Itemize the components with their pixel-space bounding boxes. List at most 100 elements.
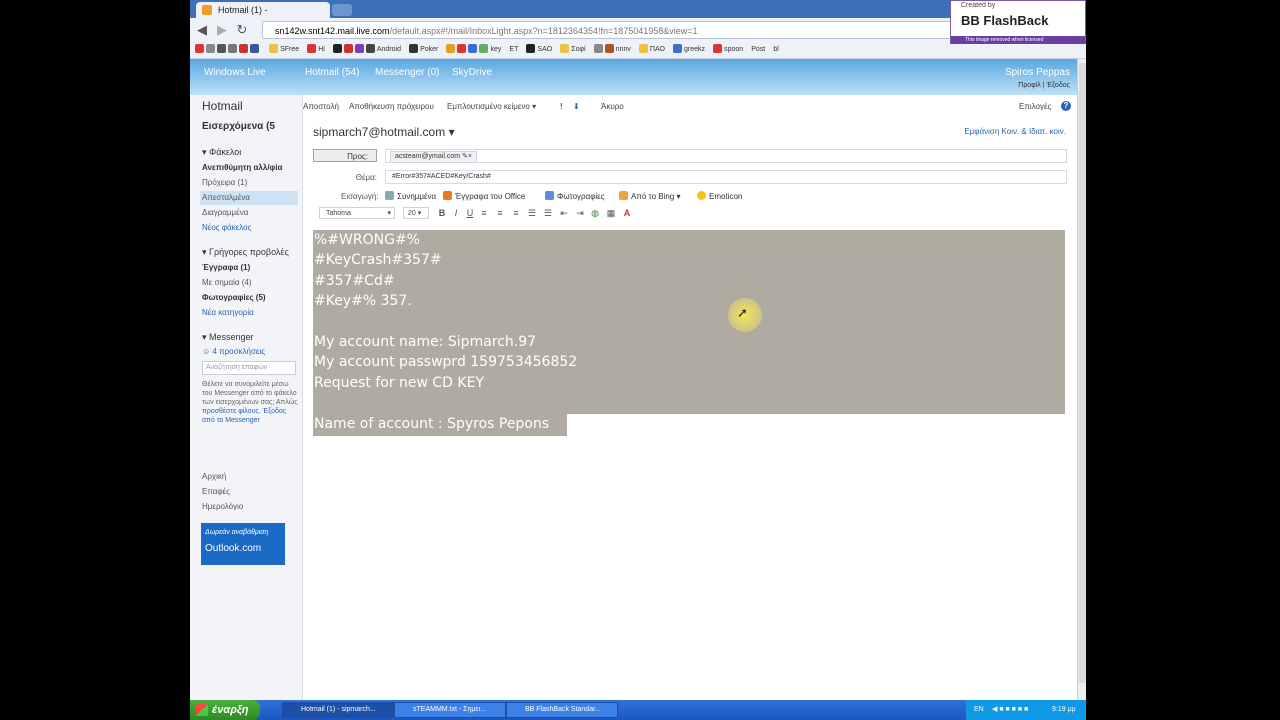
body-line: My account passwprd 159753456852 xyxy=(314,354,578,370)
show-cc-bcc-link[interactable]: Εμφάνιση Κοιν. & Ιδιατ. κοιν. xyxy=(964,127,1066,136)
insert-toolbar: Εισαγωγή: Συνημμένα Έγγραφα του Office Φ… xyxy=(303,191,1086,205)
compose-panel: Αποστολή Αποθήκευση πρόχειρου Εμπλουτισμ… xyxy=(303,95,1086,700)
message-body-last-line[interactable]: Name of account : Spyros Pepons xyxy=(313,414,567,436)
bookmark-item[interactable]: spoon xyxy=(713,42,743,58)
bookmark-item[interactable]: Post xyxy=(751,42,765,58)
sidebar-quickviews-heading[interactable]: ▾ Γρήγορες προβολές xyxy=(202,247,289,258)
options-button[interactable]: Επιλογές xyxy=(1019,102,1051,111)
remove-recipient-icon[interactable]: × xyxy=(468,153,472,160)
sidebar-calendar[interactable]: Ημερολόγιο xyxy=(202,502,243,511)
cancel-button[interactable]: Άκυρο xyxy=(601,102,624,111)
insert-attachment-button[interactable]: Συνημμένα xyxy=(385,191,436,203)
underline-icon[interactable]: U xyxy=(465,208,475,218)
sidebar-item-flagged[interactable]: Με σημαία (4) xyxy=(202,278,251,287)
font-color-icon[interactable]: A xyxy=(622,208,632,218)
insert-emoticon-button[interactable]: Emoticon xyxy=(697,191,742,203)
taskbar-item-flashback[interactable]: BB FlashBack Standar... xyxy=(506,702,618,718)
new-tab-button[interactable] xyxy=(332,4,352,16)
rich-text-dropdown[interactable]: Εμπλουτισμένο κείμενο ▾ xyxy=(447,102,536,111)
bookmark-item[interactable]: SAO xyxy=(526,42,552,58)
link-icon[interactable]: ◍ xyxy=(590,208,600,218)
sidebar-item-photos[interactable]: Φωτογραφίες (5) xyxy=(202,293,266,302)
bookmark-item[interactable]: ET xyxy=(509,42,518,58)
user-links[interactable]: Προφίλ | Έξοδος xyxy=(1005,82,1070,89)
sidebar-new-category[interactable]: Νέα κατηγορία xyxy=(202,308,254,317)
nav-messenger[interactable]: Messenger (0) xyxy=(375,67,439,78)
to-field[interactable]: acsteam@ymail.com ✎× xyxy=(385,149,1067,163)
subject-input[interactable]: #Error#357#ACED#Key/Crash# xyxy=(385,170,1067,184)
sidebar-item-sent[interactable]: Απεσταλμένα xyxy=(202,193,250,202)
sidebar-item-deleted[interactable]: Διαγραμμένα xyxy=(202,208,248,217)
sidebar-contacts[interactable]: Επαφές xyxy=(202,487,230,496)
sidebar-item-drafts[interactable]: Πρόχειρα (1) xyxy=(202,178,247,187)
sidebar-home[interactable]: Αρχική xyxy=(202,472,226,481)
browser-tab-hotmail[interactable]: Hotmail (1) - sipmarch7@ho... xyxy=(196,2,330,31)
bookmark-item[interactable]: SFree xyxy=(269,42,299,58)
sidebar-new-folder[interactable]: Νέος φάκελος xyxy=(202,223,251,232)
clock[interactable]: 9:19 μμ xyxy=(1052,700,1076,720)
save-draft-button[interactable]: Αποθήκευση πρόχειρου xyxy=(349,102,434,111)
align-left-icon[interactable]: ≡ xyxy=(479,208,489,218)
bookmark-item[interactable]: nnnv xyxy=(593,42,631,58)
body-line: Name of account : Spyros Pepons xyxy=(314,416,550,432)
bookmark-item[interactable]: ΠΑΟ xyxy=(638,42,665,58)
align-center-icon[interactable]: ≡ xyxy=(495,208,505,218)
insert-from-bing-button[interactable]: Από το Bing ▾ xyxy=(619,191,681,203)
bookmark-icons[interactable] xyxy=(195,42,261,58)
sidebar-folders-heading[interactable]: ▾ Φάκελοι xyxy=(202,147,241,158)
italic-icon[interactable]: I xyxy=(451,208,461,218)
body-line: %#WRONG#% xyxy=(314,232,420,248)
sidebar-messenger-heading[interactable]: ▾ Messenger xyxy=(202,332,254,343)
outdent-icon[interactable]: ⇤ xyxy=(559,208,569,218)
bookmark-item[interactable]: Σοφί xyxy=(560,42,586,58)
bookmark-item[interactable]: bl xyxy=(773,42,778,58)
language-indicator[interactable]: EN xyxy=(974,700,984,720)
insert-office-docs-button[interactable]: Έγγραφα του Office xyxy=(443,191,525,203)
bold-icon[interactable]: B xyxy=(437,208,447,218)
from-address[interactable]: sipmarch7@hotmail.com ▾ xyxy=(313,125,455,139)
address-bar[interactable]: sn142w.snt142.mail.live.com/default.aspx… xyxy=(262,21,952,39)
low-priority-icon[interactable]: ⬇ xyxy=(573,102,580,111)
sidebar-title[interactable]: Hotmail xyxy=(202,99,243,113)
taskbar-item-chrome[interactable]: Hotmail (1) - sipmarch... xyxy=(282,702,394,718)
taskbar-item-notepad[interactable]: sTEAMMM.txt - Σημει... xyxy=(394,702,506,718)
help-icon[interactable]: ? xyxy=(1061,101,1071,111)
reload-icon[interactable]: ↻ xyxy=(234,22,250,38)
bookmark-item[interactable]: Android xyxy=(332,42,401,58)
bookmark-item[interactable]: Hi xyxy=(307,42,325,58)
high-priority-icon[interactable]: ! xyxy=(560,102,563,111)
scrollbar-thumb[interactable] xyxy=(1079,63,1086,683)
sidebar-invites[interactable]: ☺ 4 προσκλήσεις xyxy=(202,347,265,356)
forward-arrow-icon[interactable]: ▶ xyxy=(214,22,230,38)
indent-icon[interactable]: ⇥ xyxy=(575,208,585,218)
font-family-select[interactable]: Tahoma ▾ xyxy=(319,207,395,219)
recipient-chip[interactable]: acsteam@ymail.com ✎× xyxy=(390,151,477,163)
table-icon[interactable]: ▦ xyxy=(606,208,616,218)
nav-hotmail[interactable]: Hotmail (54) xyxy=(305,67,359,78)
outlook-upgrade-ad[interactable]: Δωρεάν αναβάθμιση Outlook.com xyxy=(201,523,285,565)
start-button[interactable]: έναρξη xyxy=(190,700,260,720)
windows-live-logo[interactable]: Windows Live xyxy=(204,67,266,78)
numbered-list-icon[interactable]: ☰ xyxy=(527,208,537,218)
bookmark-item[interactable]: Poker xyxy=(409,42,438,58)
contacts-search-input[interactable]: Αναζήτηση επαφών xyxy=(202,361,296,375)
bookmark-item[interactable]: greekz xyxy=(673,42,705,58)
insert-photos-button[interactable]: Φωτογραφίες xyxy=(545,191,605,203)
add-friends-link[interactable]: προσθέστε φίλους. xyxy=(202,408,261,415)
sidebar-item-junk[interactable]: Ανεπιθύμητη αλλ/φία xyxy=(202,163,282,172)
message-body-editor[interactable]: %#WRONG#% #KeyCrash#357# #357#Cd# #Key#%… xyxy=(313,230,1065,414)
windows-logo-icon xyxy=(196,704,208,716)
to-button[interactable]: Προς: xyxy=(313,149,377,162)
font-size-select[interactable]: 20 ▾ xyxy=(403,207,429,219)
sidebar-item-inbox[interactable]: Εισερχόμενα (5 xyxy=(202,121,275,132)
bullet-list-icon[interactable]: ☰ xyxy=(543,208,553,218)
page-scrollbar[interactable] xyxy=(1077,59,1086,700)
align-right-icon[interactable]: ≡ xyxy=(511,208,521,218)
sidebar-item-documents[interactable]: Έγγραφα (1) xyxy=(202,263,250,272)
back-arrow-icon[interactable]: ◀ xyxy=(194,22,210,38)
nav-skydrive[interactable]: SkyDrive xyxy=(452,67,492,78)
bookmark-item[interactable]: key xyxy=(446,42,501,58)
tray-icons[interactable]: ◀ ■ ■ ■ ■ ■ xyxy=(992,700,1028,720)
user-menu[interactable]: Spiros Peppas Προφίλ | Έξοδος xyxy=(1005,67,1070,89)
send-button[interactable]: Αποστολή xyxy=(303,102,339,111)
